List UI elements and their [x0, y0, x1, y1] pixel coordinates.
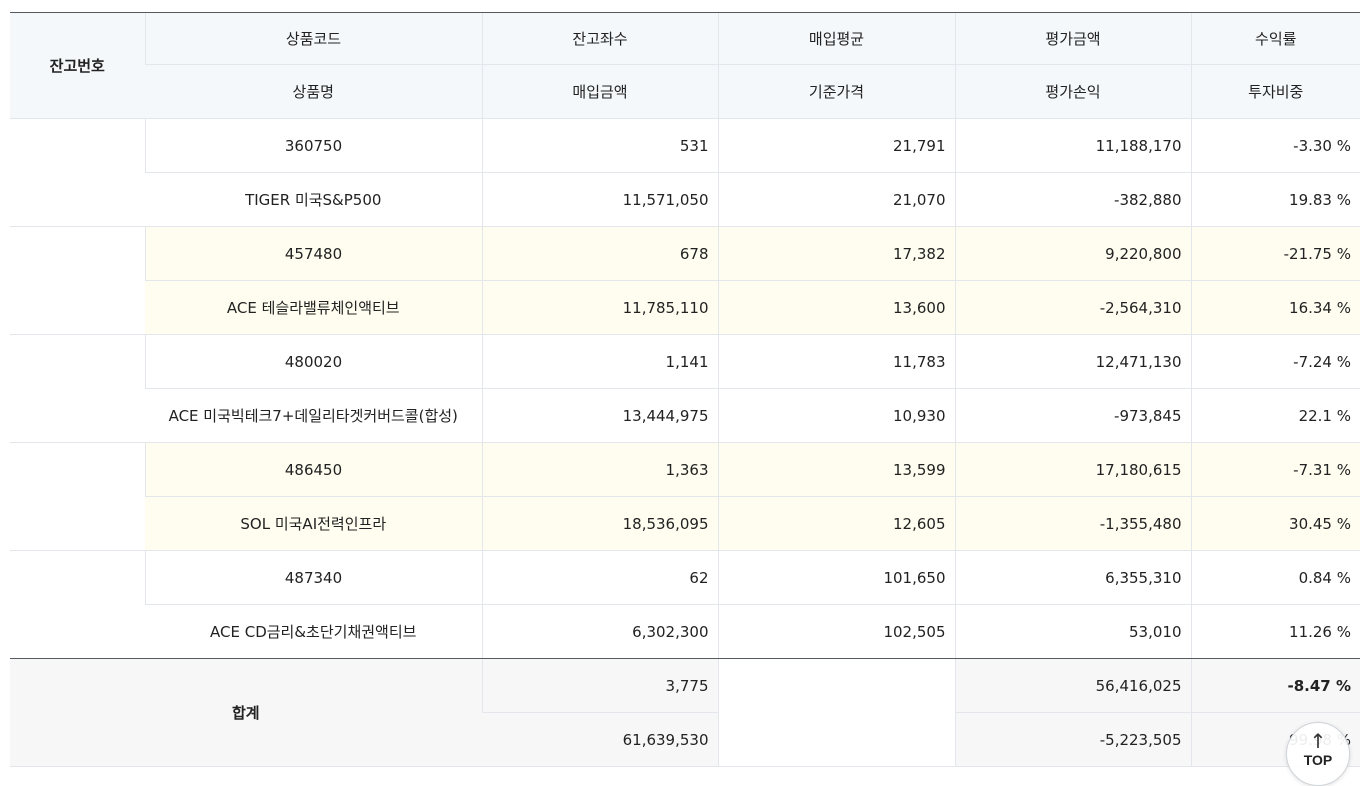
- total-eval-amount: 56,416,025: [954, 658, 1191, 713]
- purchase-amount: 13,444,975: [481, 388, 718, 443]
- header-account-no: 잔고번호: [10, 12, 145, 119]
- eval-pnl: -973,845: [954, 388, 1191, 443]
- base-price: 13,600: [717, 280, 955, 335]
- purchase-amount: 11,785,110: [481, 280, 718, 335]
- avg-price: 17,382: [717, 226, 955, 281]
- account-no-cell: [10, 334, 145, 443]
- header-row-1: 잔고번호 상품코드 잔고좌수 매입평균 평가금액 수익률: [10, 12, 1360, 119]
- purchase-amount: 18,536,095: [481, 496, 718, 551]
- account-no-cell: [10, 118, 145, 227]
- product-name: SOL 미국AI전력인프라: [145, 496, 482, 551]
- base-price: 12,605: [717, 496, 955, 551]
- return-rate: -3.30 %: [1190, 118, 1360, 173]
- avg-price: 21,791: [717, 118, 955, 173]
- weight: 11.26 %: [1190, 604, 1360, 659]
- product-code: 486450: [144, 442, 482, 497]
- weight: 19.83 %: [1190, 172, 1360, 227]
- base-price: 102,505: [717, 604, 955, 659]
- header-purchase-amount: 매입금액: [481, 64, 718, 119]
- holdings-table-container: 잔고번호 상품코드 잔고좌수 매입평균 평가금액 수익률 상품명 매입금액 기준…: [10, 12, 1360, 767]
- eval-amount: 11,188,170: [954, 118, 1191, 173]
- eval-pnl: 53,010: [954, 604, 1191, 659]
- header-return-rate: 수익률: [1190, 12, 1360, 65]
- product-name: ACE 미국빅테크7+데일리타겟커버드콜(합성): [145, 388, 482, 443]
- total-return-rate: -8.47 %: [1190, 658, 1360, 713]
- weight: 22.1 %: [1190, 388, 1360, 443]
- return-rate: -7.24 %: [1190, 334, 1360, 389]
- header-avg-price: 매입평균: [717, 12, 955, 65]
- product-code: 360750: [144, 118, 482, 173]
- header-eval-amount: 평가금액: [954, 12, 1191, 65]
- purchase-amount: 6,302,300: [481, 604, 718, 659]
- account-no-cell: [10, 550, 145, 659]
- eval-pnl: -1,355,480: [954, 496, 1191, 551]
- units: 62: [481, 550, 718, 605]
- product-code: 487340: [144, 550, 482, 605]
- header-units: 잔고좌수: [481, 12, 718, 65]
- product-name: ACE CD금리&초단기채권액티브: [145, 604, 482, 659]
- eval-pnl: -2,564,310: [954, 280, 1191, 335]
- table-row: SOL 미국AI전력인프라 18,536,095 12,605 -1,355,4…: [10, 496, 1360, 551]
- return-rate: -21.75 %: [1190, 226, 1360, 281]
- header-row-2: 상품명 매입금액 기준가격 평가손익 투자비중: [10, 64, 1360, 119]
- units: 1,141: [481, 334, 718, 389]
- eval-amount: 12,471,130: [954, 334, 1191, 389]
- table-row: ACE 테슬라밸류체인액티브 11,785,110 13,600 -2,564,…: [10, 280, 1360, 335]
- header-weight: 투자비중: [1190, 64, 1360, 119]
- product-name: TIGER 미국S&P500: [145, 172, 482, 227]
- product-code: 457480: [144, 226, 482, 281]
- base-price: 10,930: [717, 388, 955, 443]
- account-no-cell: [10, 442, 145, 551]
- scroll-top-button[interactable]: ↑ TOP: [1286, 722, 1350, 786]
- units: 531: [481, 118, 718, 173]
- scroll-top-label: TOP: [1303, 752, 1333, 768]
- base-price: 21,070: [717, 172, 955, 227]
- eval-amount: 6,355,310: [954, 550, 1191, 605]
- avg-price: 101,650: [717, 550, 955, 605]
- eval-pnl: -382,880: [954, 172, 1191, 227]
- header-base-price: 기준가격: [717, 64, 955, 119]
- units: 678: [481, 226, 718, 281]
- table-row: ACE 미국빅테크7+데일리타겟커버드콜(합성) 13,444,975 10,9…: [10, 388, 1360, 443]
- units: 1,363: [481, 442, 718, 497]
- return-rate: 0.84 %: [1190, 550, 1360, 605]
- table-row: 480020 1,141 11,783 12,471,130 -7.24 %: [10, 334, 1360, 443]
- header-product-code: 상품코드: [144, 12, 482, 65]
- holdings-table: 잔고번호 상품코드 잔고좌수 매입평균 평가금액 수익률 상품명 매입금액 기준…: [10, 12, 1360, 767]
- total-row-1: 합계 3,775 56,416,025 -8.47 %: [10, 658, 1360, 767]
- eval-amount: 17,180,615: [954, 442, 1191, 497]
- table-row: 360750 531 21,791 11,188,170 -3.30 %: [10, 118, 1360, 227]
- product-name: ACE 테슬라밸류체인액티브: [145, 280, 482, 335]
- table-row: 486450 1,363 13,599 17,180,615 -7.31 %: [10, 442, 1360, 551]
- return-rate: -7.31 %: [1190, 442, 1360, 497]
- avg-price: 13,599: [717, 442, 955, 497]
- total-units: 3,775: [481, 658, 718, 713]
- weight: 30.45 %: [1190, 496, 1360, 551]
- arrow-up-icon: ↑: [1309, 729, 1327, 753]
- avg-price: 11,783: [717, 334, 955, 389]
- account-no-cell: [10, 226, 145, 335]
- header-eval-pnl: 평가손익: [954, 64, 1191, 119]
- table-row: TIGER 미국S&P500 11,571,050 21,070 -382,88…: [10, 172, 1360, 227]
- purchase-amount: 11,571,050: [481, 172, 718, 227]
- header-product-name: 상품명: [145, 64, 482, 119]
- table-row: 457480 678 17,382 9,220,800 -21.75 %: [10, 226, 1360, 335]
- table-row: ACE CD금리&초단기채권액티브 6,302,300 102,505 53,0…: [10, 604, 1360, 659]
- eval-amount: 9,220,800: [954, 226, 1191, 281]
- table-row: 487340 62 101,650 6,355,310 0.84 %: [10, 550, 1360, 659]
- total-eval-pnl: -5,223,505: [954, 712, 1191, 767]
- total-label: 합계: [10, 658, 482, 767]
- product-code: 480020: [144, 334, 482, 389]
- total-purchase-amount: 61,639,530: [482, 712, 718, 767]
- total-empty-cell: [717, 658, 955, 767]
- weight: 16.34 %: [1190, 280, 1360, 335]
